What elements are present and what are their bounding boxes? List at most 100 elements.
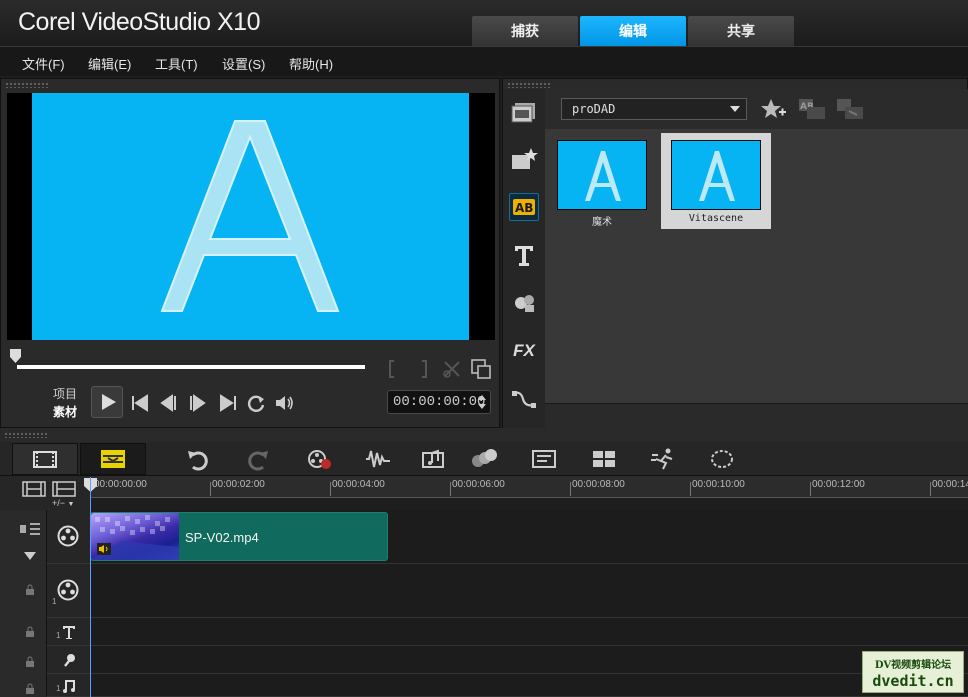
sound-mixer-icon[interactable] [364,447,392,471]
voice-track[interactable] [90,646,968,674]
ripple-editing-icon[interactable] [18,522,42,536]
video-track-header[interactable] [46,510,90,564]
panel-grip[interactable] [5,82,49,88]
repeat-button[interactable] [245,392,267,414]
watermark-title: DV视频剪辑论坛 [874,660,952,671]
playhead-line[interactable] [90,477,91,697]
panel-grip[interactable] [507,82,551,88]
chevron-down-icon[interactable] [24,552,36,560]
tab-capture[interactable]: 捕获 [472,16,578,46]
library-item-vitascene[interactable]: Vitascene [661,133,771,229]
scrub-bar[interactable] [17,365,365,369]
chevron-down-icon: ▼ [67,501,75,508]
auto-music-icon[interactable] [420,447,448,471]
ruler-tick [450,482,451,496]
film-reel-icon [57,579,79,601]
apply-transition-random-icon[interactable] [835,97,865,121]
ruler-tick [330,482,331,496]
track-manager-icon[interactable] [52,481,76,497]
timeline-toolbar [0,442,968,476]
overlay-track[interactable] [90,564,968,618]
menu-bar: 文件(F) 编辑(E) 工具(T) 设置(S) 帮助(H) [0,46,968,76]
enlarge-preview-icon[interactable] [470,358,492,380]
ruler-tick [690,482,691,496]
video-clip[interactable]: SP-V02.mp4 [90,512,388,561]
timecode-field[interactable]: 00:00:00:00 [387,390,491,414]
menu-tools[interactable]: 工具(T) [155,54,198,73]
play-button[interactable] [91,386,123,418]
transition-icon[interactable]: AB [509,193,539,221]
split-clip-icon[interactable] [442,359,462,379]
lock-icon[interactable] [24,626,36,638]
menu-file[interactable]: 文件(F) [22,54,65,73]
lock-icon[interactable] [24,656,36,668]
menu-help[interactable]: 帮助(H) [289,54,333,73]
overlay-track-header[interactable]: 1 [46,564,90,618]
clip-name: SP-V02.mp4 [185,530,259,545]
subtitle-editor-icon[interactable] [530,447,558,471]
storyboard-view-button[interactable] [12,443,78,475]
volume-button[interactable] [273,392,295,414]
ruler-tick-label: 00:00:10:00 [692,479,745,490]
motion-tracking-icon[interactable] [470,447,498,471]
show-all-tracks-icon[interactable] [22,481,46,497]
music-note-icon [63,680,75,693]
timeline-view-button[interactable] [80,443,146,475]
title-icon[interactable] [509,241,539,269]
ruler-tick-label: 00:00:04:00 [332,479,385,490]
fx-filter-icon[interactable]: FX [509,337,539,365]
lock-icon[interactable] [24,683,36,695]
title-track-header[interactable]: 1 [46,618,90,646]
music-track-header[interactable]: 1 [46,674,90,697]
undo-icon[interactable] [184,447,212,471]
next-frame-button[interactable] [187,392,209,414]
zoom-control[interactable]: +/− ▼ [52,498,74,508]
end-button[interactable] [217,392,239,414]
preview-canvas [32,93,469,340]
mode-clip-label[interactable]: 素材 [53,403,77,420]
play-icon [102,394,116,410]
lock-icon[interactable] [24,584,36,596]
music-track[interactable] [90,674,968,697]
menu-settings[interactable]: 设置(S) [222,54,265,73]
transition-ab-icon: AB [513,199,535,215]
menu-edit[interactable]: 编辑(E) [88,54,131,73]
ruler-tick [570,482,571,496]
mark-in-out-icon[interactable] [388,359,428,379]
add-to-favorites-icon[interactable] [759,97,787,121]
time-remapping-icon[interactable] [650,447,678,471]
scrub-handle[interactable] [10,349,21,363]
track-number: 1 [56,684,61,693]
timecode-value: 00:00:00:00 [393,394,486,410]
redo-icon[interactable] [244,447,272,471]
ruler-tick [930,482,931,496]
record-capture-icon[interactable] [306,447,334,471]
library-item-magic[interactable]: 魔术 [547,133,657,229]
timecode-stepper-icon[interactable] [477,393,487,411]
path-icon[interactable] [509,385,539,413]
clip-thumbnail [91,513,179,560]
svg-text:AB: AB [515,201,533,215]
media-icon[interactable] [509,97,539,125]
multi-camera-editor-icon[interactable] [590,447,618,471]
timeline-divider[interactable] [0,428,968,442]
instant-project-icon[interactable] [509,145,539,173]
title-track[interactable] [90,618,968,646]
tab-edit[interactable]: 编辑 [580,16,686,46]
ruler-tick-label: 00:00:00:00 [94,479,147,490]
home-button[interactable] [129,392,151,414]
mode-project-label[interactable]: 项目 [53,385,77,402]
tab-share[interactable]: 共享 [688,16,794,46]
ruler-tick-label: 00:00:06:00 [452,479,505,490]
ruler-tick-label: 00:00:14 [932,479,968,490]
panel-grip[interactable] [4,432,48,438]
apply-transition-video-icon[interactable]: AB [797,97,827,121]
voice-track-header[interactable] [46,646,90,674]
timeline-ruler[interactable]: 00:00:00:00 00:00:02:00 00:00:04:00 00:0… [90,476,968,498]
gallery-dropdown[interactable]: proDAD [561,98,747,120]
timeline-view-icon [101,450,125,468]
graphic-icon[interactable] [509,289,539,317]
mask-creator-icon[interactable] [708,447,736,471]
previous-frame-button[interactable] [157,392,179,414]
chevron-down-icon [730,106,740,112]
